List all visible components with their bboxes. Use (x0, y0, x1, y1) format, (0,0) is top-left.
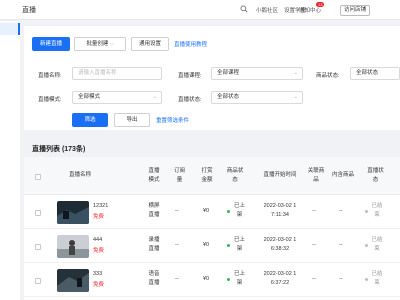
live-table: 直播名称 直播模式 订阅量 打赏金额 商品状态 直播开始时间 关联商品 内含商品… (24, 157, 400, 300)
name-filter-label: 直播名称: (38, 73, 62, 79)
filter-button[interactable]: 筛选 (72, 113, 108, 127)
course-filter-label: 直播课程: (178, 73, 202, 79)
select-all-checkbox[interactable] (35, 174, 41, 180)
mode-filter-label: 直播模式: (38, 97, 62, 103)
live-subs: -- (175, 208, 179, 214)
contained-products: -- (339, 242, 343, 248)
sidebar-item-active[interactable] (0, 23, 20, 35)
live-mode: 语音直播 (148, 271, 160, 286)
status-dot (365, 244, 368, 247)
live-name[interactable]: 444 (93, 236, 102, 245)
start-date: 2022-03-02 1 (263, 203, 297, 209)
list-title: 直播列表 (173条) (32, 146, 86, 153)
nav-notifications[interactable]: 通知中心 (299, 6, 321, 14)
product-status: 已上架 (233, 203, 245, 218)
col-linked: 关联商品 (307, 168, 325, 183)
chevron-down-icon: ⌄ (293, 70, 298, 76)
linked-products: -- (312, 208, 316, 214)
new-live-button[interactable]: 新建直播 (32, 37, 70, 51)
live-mode: 横屏直播 (148, 203, 160, 218)
start-time: 7:11:34 (271, 212, 289, 218)
contained-products: -- (339, 208, 343, 214)
table-header: 直播名称 直播模式 订阅量 打赏金额 商品状态 直播开始时间 关联商品 内含商品… (24, 157, 400, 195)
live-subs: -- (175, 242, 179, 248)
product-status: 已上架 (233, 271, 245, 286)
batch-create-button[interactable]: 批量创建 ⌵ (74, 37, 126, 51)
live-subs: -- (175, 276, 179, 282)
course-filter-value: 全部课程 (217, 70, 240, 76)
col-reward: 打赏金额 (201, 168, 213, 183)
visit-store-button[interactable]: 访问店铺 (340, 5, 370, 16)
export-button[interactable]: 导出 (114, 113, 150, 127)
status-dot (227, 210, 230, 213)
row-checkbox[interactable] (35, 244, 41, 250)
live-price: 免费 (93, 282, 105, 288)
live-price: 免费 (93, 248, 105, 254)
live-reward: ¥0 (203, 208, 210, 214)
start-date: 2022-03-02 1 (263, 271, 297, 277)
col-start-time: 直播开始时间 (263, 172, 297, 178)
sidebar (0, 21, 20, 300)
mode-filter-select[interactable]: 全部模式 ⌄ (72, 91, 162, 104)
table-row[interactable]: 12321 免费 横屏直播 -- ¥0 已上架 2022-03-02 1 7:1… (24, 195, 400, 229)
status-dot (227, 244, 230, 247)
status-dot (365, 278, 368, 281)
search-icon[interactable] (240, 5, 248, 13)
live-status-value: 全部状态 (217, 94, 240, 100)
live-cover-thumbnail (57, 235, 89, 258)
table-row[interactable]: 444 免费 录播直播 -- ¥0 已上架 2022-03-02 1 6:38:… (24, 229, 400, 263)
status-dot (365, 210, 368, 213)
notification-badge: 13 (316, 2, 325, 7)
chevron-down-icon: ⌵ (109, 41, 114, 47)
status-dot (227, 278, 230, 281)
start-time: 6:37:22 (270, 280, 290, 286)
course-filter-select[interactable]: 全部课程 ⌄ (211, 67, 303, 80)
live-name[interactable]: 12321 (93, 202, 108, 211)
col-mode: 直播模式 (148, 168, 160, 183)
col-status: 直播状态 (367, 168, 384, 183)
batch-create-label: 批量创建 (86, 41, 109, 47)
col-name: 直播名称 (68, 172, 91, 178)
tutorial-link[interactable]: 直播使用教程 (174, 40, 207, 48)
reset-filters-link[interactable]: 重置筛选条件 (156, 116, 189, 124)
product-status: 已上架 (233, 237, 245, 252)
start-time: 6:38:32 (270, 246, 290, 252)
row-checkbox[interactable] (35, 210, 41, 216)
table-row[interactable]: 333 免费 语音直播 -- ¥0 已上架 2022-03-02 1 6:37:… (24, 263, 400, 297)
linked-products: -- (312, 242, 316, 248)
general-settings-button[interactable]: 通用设置 (131, 37, 169, 51)
chevron-down-icon: ⌄ (152, 94, 157, 100)
live-status-label: 直播状态: (178, 97, 202, 103)
col-subs: 订阅量 (173, 168, 185, 183)
nav-community[interactable]: 小鹅社区 (256, 6, 278, 14)
live-status: 已结束 (371, 237, 383, 252)
live-status: 已结束 (371, 203, 383, 218)
live-reward: ¥0 (203, 276, 210, 282)
live-cover-thumbnail (57, 201, 89, 224)
page-title: 直播 (22, 7, 36, 14)
live-mode: 录播直播 (148, 237, 160, 252)
linked-products: -- (312, 276, 316, 282)
live-status: 已结束 (371, 271, 383, 286)
product-status-value: 全部状态 (356, 70, 379, 76)
start-date: 2022-03-02 1 (263, 237, 297, 243)
live-name[interactable]: 333 (93, 270, 102, 279)
chevron-down-icon: ⌄ (293, 94, 298, 100)
live-reward: ¥0 (203, 242, 210, 248)
live-price: 免费 (93, 214, 105, 220)
name-filter-input[interactable]: 请输入直播名称 (72, 67, 162, 80)
product-status-select[interactable]: 全部状态 (350, 67, 400, 80)
row-checkbox[interactable] (35, 278, 41, 284)
live-cover-thumbnail (57, 269, 89, 292)
mode-filter-value: 全部模式 (78, 94, 101, 100)
contained-products: -- (339, 276, 343, 282)
col-contained: 内含商品 (331, 172, 354, 178)
product-status-label: 商品状态: (316, 73, 340, 79)
live-status-select[interactable]: 全部状态 ⌄ (211, 91, 303, 104)
top-bar: 直播 小鹅社区 设置学堂 通知中心 13 访问店铺 (0, 0, 400, 20)
col-product-status: 商品状态 (226, 168, 244, 183)
